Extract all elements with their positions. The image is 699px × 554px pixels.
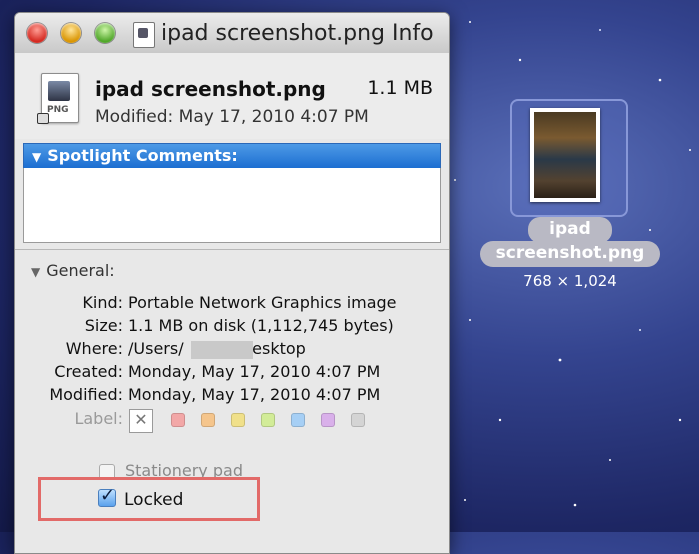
file-summary: PNG ipad screenshot.png 1.1 MB Modified:… [15,53,449,139]
label-row: Label: ✕ [15,409,449,433]
no-label-swatch[interactable]: ✕ [129,409,153,433]
size-value: 1.1 MB on disk (1,112,745 bytes) [128,316,394,335]
general-section-header[interactable]: ▼ General: [31,261,115,280]
desktop-file-label-line1: ipad [549,219,591,239]
general-label: General: [46,261,115,280]
desktop-file-label-line2: screenshot.png [495,243,645,263]
minimize-button[interactable] [61,23,81,43]
spotlight-comments-label: Spotlight Comments: [47,146,238,165]
modified-value: Monday, May 17, 2010 4:07 PM [128,385,381,404]
locked-option[interactable]: Locked [98,485,184,510]
created-value: Monday, May 17, 2010 4:07 PM [128,362,381,381]
close-button[interactable] [27,23,47,43]
file-modified-summary: Modified: May 17, 2010 4:07 PM [95,107,369,127]
desktop-file-thumbnail[interactable] [530,108,600,202]
modified-label: Modified: [49,385,123,404]
label-swatch-gray[interactable] [351,413,365,427]
redacted-username [191,341,253,359]
kind-value: Portable Network Graphics image [128,293,397,312]
created-label: Created: [54,362,123,381]
title-bar[interactable]: ipad screenshot.png Info [15,13,449,54]
info-window: ipad screenshot.png Info PNG ipad screen… [14,12,450,554]
size-row: Size: 1.1 MB on disk (1,112,745 bytes) [15,316,449,338]
label-swatch-purple[interactable] [321,413,335,427]
label-swatch-green[interactable] [261,413,275,427]
size-label: Size: [84,316,123,335]
locked-checkbox[interactable] [98,485,116,507]
window-title: ipad screenshot.png Info [161,21,434,46]
where-label: Where: [65,339,123,358]
document-icon[interactable] [133,22,155,48]
label-swatch-blue[interactable] [291,413,305,427]
desktop-file-dimensions: 768 × 1,024 [523,272,617,290]
created-row: Created: Monday, May 17, 2010 4:07 PM [15,362,449,384]
disclosure-triangle-icon[interactable]: ▼ [31,265,40,279]
kind-row: Kind: Portable Network Graphics image [15,293,449,315]
label-swatch-red[interactable] [171,413,185,427]
file-size: 1.1 MB [367,77,433,99]
label-field-label: Label: [74,409,123,428]
spotlight-comments-header[interactable]: ▼ Spotlight Comments: [23,143,441,169]
label-swatch-orange[interactable] [201,413,215,427]
desktop-file-label[interactable]: ipad screenshot.png [480,217,660,267]
file-ext-label: PNG [47,105,69,115]
where-row: Where: /Users/ /Desktop [15,339,449,361]
zoom-button[interactable] [95,23,115,43]
file-name: ipad screenshot.png [95,77,326,101]
locked-label: Locked [124,490,184,510]
modified-row: Modified: Monday, May 17, 2010 4:07 PM [15,385,449,407]
png-file-icon: PNG [37,73,79,127]
spotlight-comments-field[interactable] [23,168,441,243]
kind-label: Kind: [82,293,123,312]
label-swatch-yellow[interactable] [231,413,245,427]
lock-icon [37,113,49,124]
divider [15,249,449,250]
disclosure-triangle-icon[interactable]: ▼ [32,145,41,169]
